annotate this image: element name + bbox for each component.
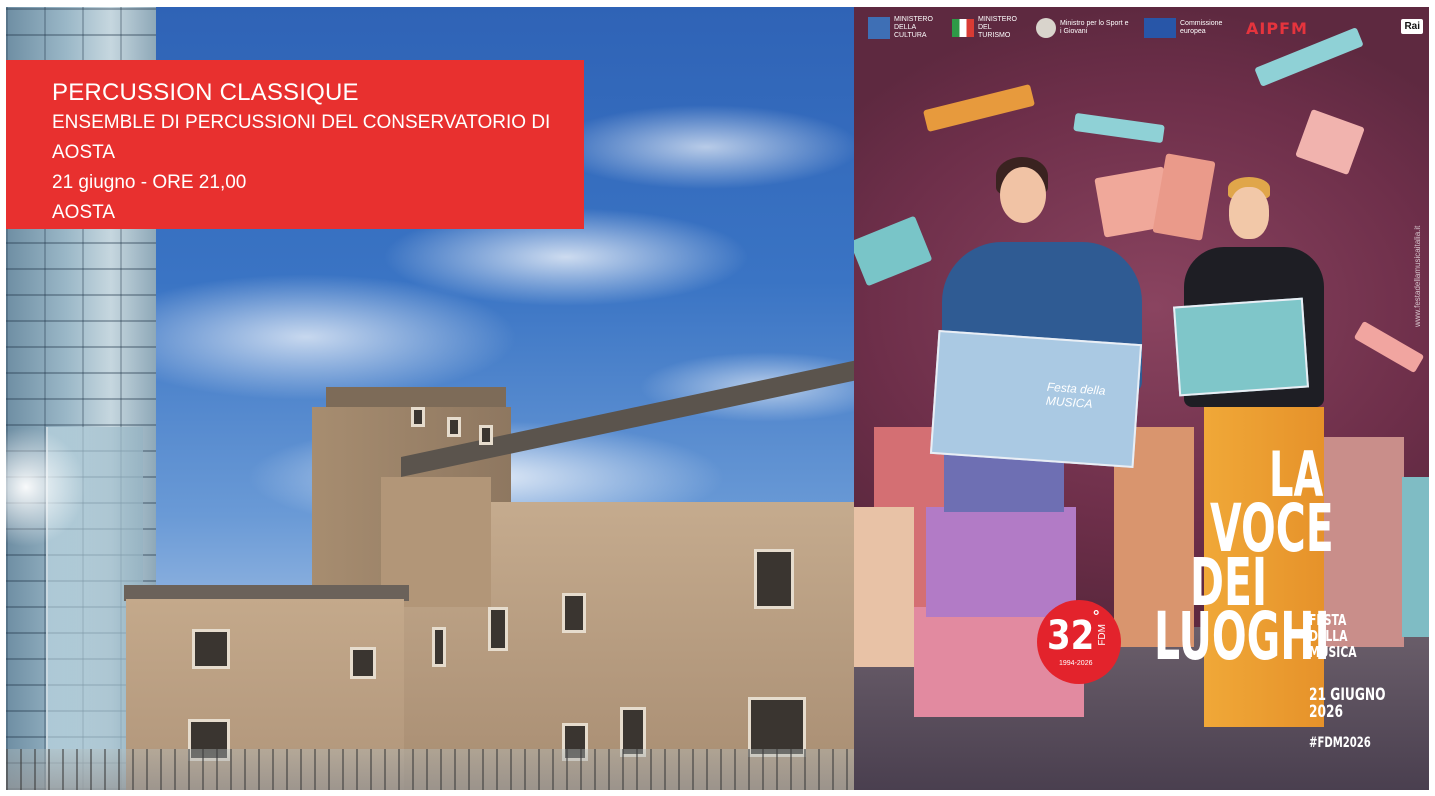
- railing: [6, 749, 854, 790]
- poster-hashtag: #FDM2026: [1309, 735, 1371, 751]
- aipfm-logo: AIPFM: [1246, 18, 1308, 38]
- man-singer-head: [1229, 187, 1269, 239]
- eu-logo: Commissione europea: [1144, 18, 1232, 38]
- festa-line: DELLA: [1309, 627, 1348, 645]
- purple-tower-level: [926, 507, 1076, 617]
- date-line: 2026: [1309, 702, 1344, 722]
- content-frame: PERCUSSION CLASSIQUE ENSEMBLE DI PERCUSS…: [6, 7, 1429, 790]
- window: [350, 647, 376, 679]
- sponsor-logos: MINISTERO DELLA CULTURA MINISTERO DEL TU…: [868, 13, 1308, 43]
- festa-line: MUSICA: [1309, 643, 1357, 661]
- sport-logo: Ministro per lo Sport e i Giovani: [1036, 18, 1130, 38]
- venue-photo: PERCUSSION CLASSIQUE ENSEMBLE DI PERCUSS…: [6, 7, 854, 790]
- eu-logo-label: Commissione europea: [1180, 20, 1223, 35]
- woman-songbook: Festa della MUSICA: [929, 330, 1143, 468]
- republic-emblem-icon: [1036, 18, 1056, 38]
- festival-url: www.festadellamusicaitalia.it: [1413, 225, 1422, 327]
- man-songbook: [1173, 297, 1309, 397]
- tower-window: [447, 417, 461, 437]
- tower-window: [479, 425, 493, 445]
- sun-glare: [6, 427, 86, 547]
- event-ensemble: ENSEMBLE DI PERCUSSIONI DEL CONSERVATORI…: [52, 112, 551, 163]
- rai-logo: Rai: [1401, 19, 1423, 34]
- mic-logo-label: MINISTERO DELLA CULTURA: [894, 16, 933, 39]
- window: [488, 607, 508, 651]
- songbook-title: Festa della MUSICA: [1045, 379, 1106, 411]
- flying-sheet: [1073, 112, 1165, 144]
- mic-logo: MINISTERO DELLA CULTURA: [868, 16, 938, 40]
- flying-sheet: [854, 215, 933, 287]
- event-banner: PERCUSSION CLASSIQUE ENSEMBLE DI PERCUSS…: [6, 60, 584, 229]
- window: [432, 627, 446, 667]
- town-house: [854, 507, 914, 667]
- sport-logo-label: Ministro per lo Sport e i Giovani: [1060, 20, 1129, 35]
- doorway: [748, 697, 806, 757]
- flying-sheet: [1295, 108, 1365, 176]
- festa-line: FESTA: [1309, 611, 1347, 629]
- town-house: [1402, 477, 1429, 637]
- window: [192, 629, 230, 669]
- flying-sheet: [1353, 320, 1425, 374]
- festival-poster: MINISTERO DELLA CULTURA MINISTERO DEL TU…: [854, 7, 1429, 790]
- woman-singer-head: [1000, 167, 1046, 223]
- poster-date: 21 GIUGNO 2026: [1309, 687, 1386, 721]
- mic-icon: [868, 17, 890, 39]
- badge-number: 32: [1047, 613, 1095, 659]
- festa-della-musica: FESTA DELLA MUSICA: [1309, 612, 1357, 660]
- window: [562, 593, 586, 633]
- eu-flag-icon: [1144, 18, 1176, 38]
- window: [754, 549, 794, 609]
- tower-window: [411, 407, 425, 427]
- title-line: LUOGHI: [1154, 598, 1330, 675]
- badge-years: 1994-2026: [1059, 660, 1093, 667]
- turismo-logo-label: MINISTERO DEL TURISMO: [978, 16, 1017, 39]
- badge-fdm: FDM: [1097, 624, 1108, 646]
- italian-flag-icon: [952, 19, 974, 37]
- flying-sheet: [922, 84, 1036, 132]
- event-datetime: 21 giugno - ORE 21,00: [52, 172, 247, 193]
- event-title: PERCUSSION CLASSIQUE: [52, 79, 359, 106]
- anniversary-badge: 32 ° FDM 1994-2026: [1037, 600, 1121, 684]
- event-city: AOSTA: [52, 202, 115, 223]
- turismo-logo: MINISTERO DEL TURISMO: [952, 16, 1022, 40]
